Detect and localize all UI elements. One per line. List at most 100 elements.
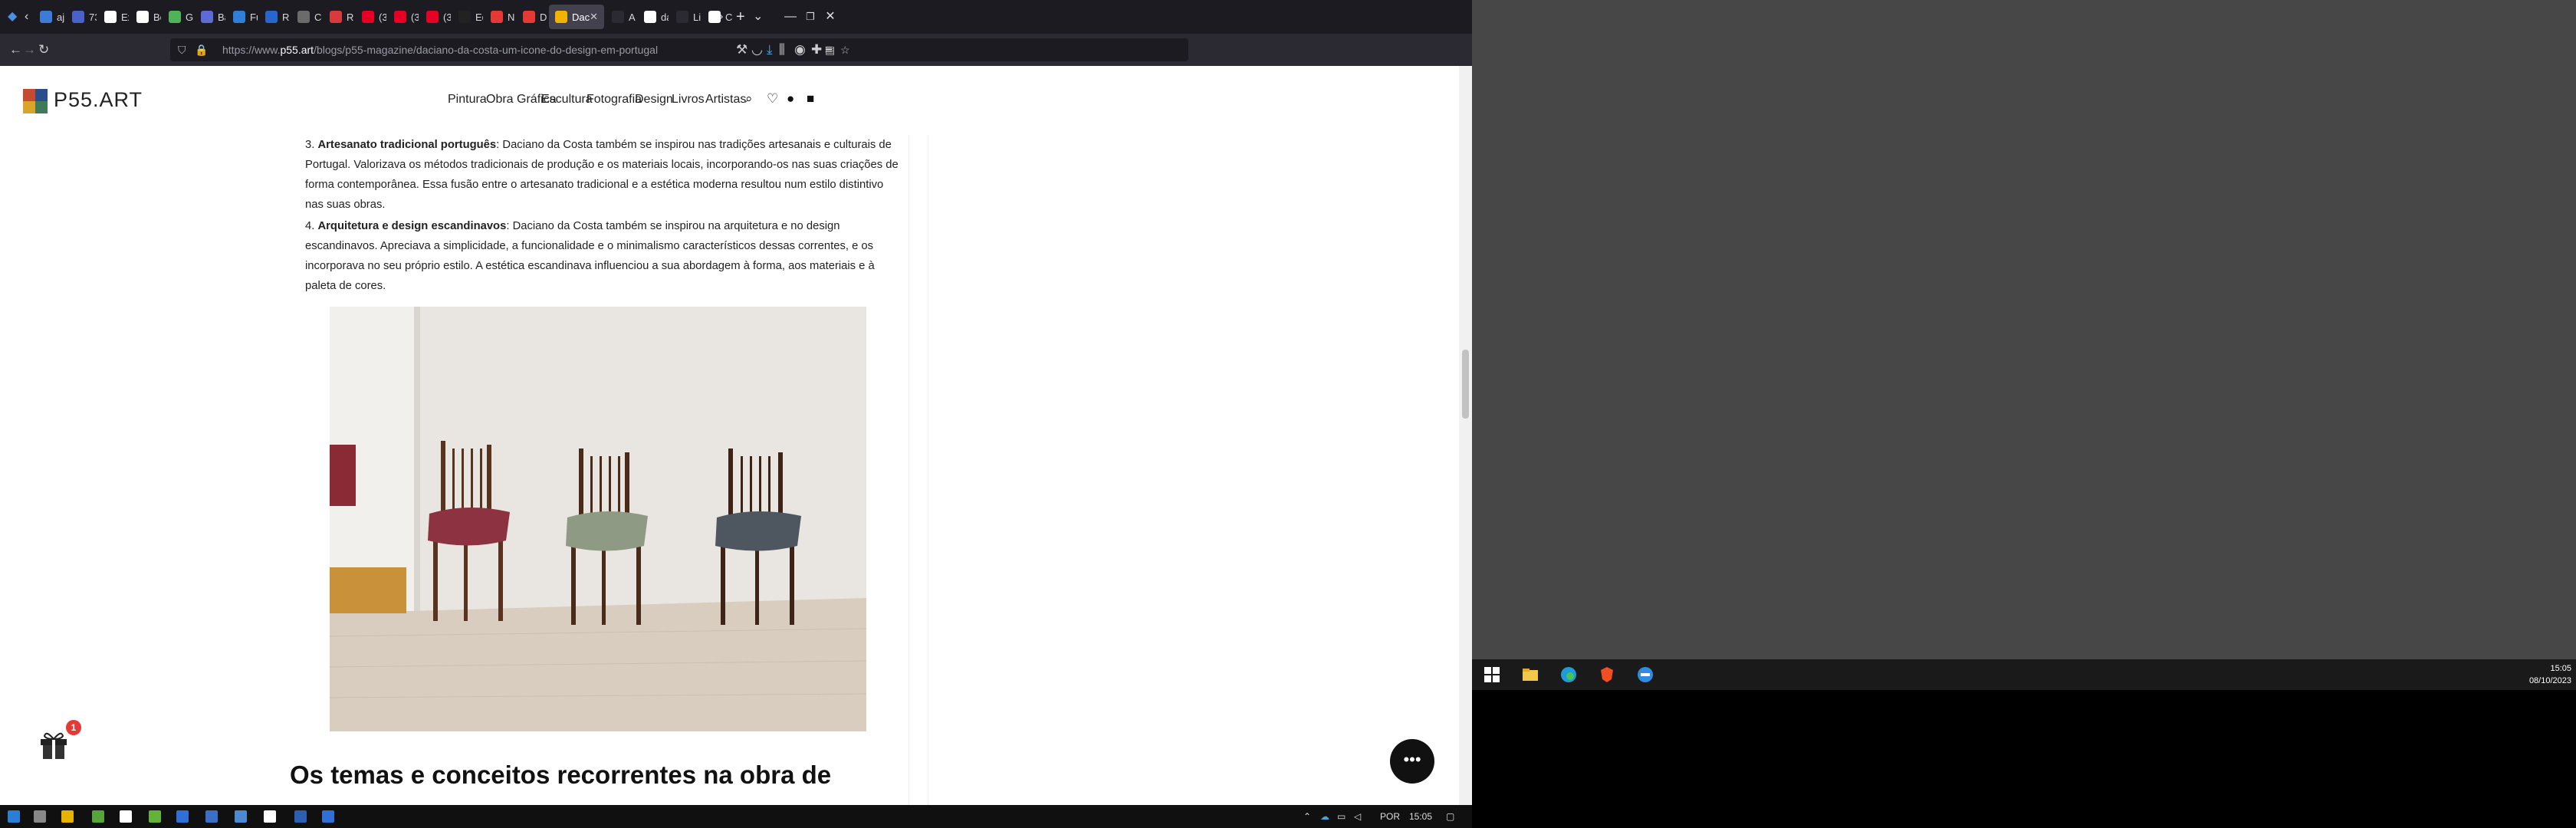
- shield-icon[interactable]: ⛉: [178, 38, 186, 61]
- logo-text[interactable]: P55.ART: [54, 88, 143, 112]
- firefox-view-icon[interactable]: ◆: [8, 0, 17, 34]
- tab-favicon-icon: [362, 11, 374, 23]
- browser-tab[interactable]: Expe: [98, 5, 129, 29]
- browser-tab[interactable]: (343): [388, 5, 419, 29]
- browser-tab[interactable]: GDG: [163, 5, 193, 29]
- close-window-icon[interactable]: ✕: [813, 0, 848, 34]
- browser-tab[interactable]: Berni: [130, 5, 161, 29]
- downloads-icon[interactable]: ⤓: [767, 34, 773, 66]
- app-icon[interactable]: [149, 810, 161, 823]
- browser-tab[interactable]: Base: [195, 5, 225, 29]
- tab-label: RCAI: [347, 11, 354, 23]
- url-bar[interactable]: ⛉ 🔒 https://www.p55.art/blogs/p55-magazi…: [170, 38, 1188, 61]
- heart-icon[interactable]: ♡: [767, 91, 778, 107]
- file-explorer-icon[interactable]: [1521, 665, 1539, 684]
- library-icon[interactable]: ⫼: [779, 34, 785, 66]
- browser-window: ◆ ‹ ajo 7321 Expe Berni GDG Base Fund RUL CdC RCA…: [0, 0, 1472, 828]
- teamviewer-icon[interactable]: [1636, 665, 1654, 684]
- clock[interactable]: 15:05: [1409, 805, 1432, 828]
- browser-tab[interactable]: Educ: [452, 5, 483, 29]
- browser-tab[interactable]: Linha: [670, 5, 701, 29]
- menu-icon[interactable]: ≡: [825, 34, 833, 66]
- start-icon[interactable]: [8, 810, 20, 823]
- app-icon[interactable]: [235, 810, 247, 823]
- extensions-icon[interactable]: ✚: [811, 34, 822, 66]
- search-icon[interactable]: ⌕: [745, 91, 753, 107]
- gift-icon[interactable]: [37, 727, 71, 761]
- close-tab-icon[interactable]: ✕: [590, 11, 598, 23]
- language-indicator[interactable]: POR: [1380, 805, 1400, 828]
- url-text[interactable]: https://www.p55.art/blogs/p55-magazine/d…: [222, 38, 658, 61]
- menu-design[interactable]: Design: [635, 93, 673, 107]
- tab-favicon-icon: [330, 11, 342, 23]
- firefox-taskbar-icon[interactable]: [176, 810, 189, 823]
- tab-favicon-icon: [297, 11, 310, 23]
- gift-badge: 1: [66, 720, 81, 735]
- reload-icon[interactable]: ↻: [38, 34, 49, 66]
- menu-escultura[interactable]: Escultura: [541, 93, 593, 107]
- right-taskbar: 15:05 08/10/2023: [1472, 659, 2576, 690]
- browser-tab[interactable]: ajo: [34, 5, 64, 29]
- menu-fotografia[interactable]: Fotografia: [586, 93, 642, 107]
- back-icon[interactable]: ←: [9, 34, 22, 66]
- list-item-3: 3. Artesanato tradicional português: Dac…: [305, 139, 899, 211]
- tab-favicon-icon: [644, 11, 656, 23]
- tab-label: 7321: [89, 11, 97, 23]
- second-monitor: 15:05 08/10/2023: [1472, 0, 2576, 828]
- new-tab-icon[interactable]: +: [736, 0, 745, 34]
- tab-scroll-right-icon[interactable]: ›: [719, 0, 723, 34]
- browser-tab[interactable]: Com: [702, 5, 733, 29]
- network-icon[interactable]: ▭: [1337, 805, 1346, 828]
- scrollbar-thumb[interactable]: [1462, 350, 1469, 419]
- tools-icon[interactable]: ⚒: [736, 34, 748, 66]
- right-clock[interactable]: 15:05 08/10/2023: [2529, 662, 2571, 687]
- chat-icon[interactable]: •••: [1390, 739, 1434, 784]
- volume-icon[interactable]: ◁: [1354, 805, 1361, 828]
- browser-tab[interactable]: Fund: [227, 5, 258, 29]
- menu-pintura[interactable]: Pintura: [448, 93, 487, 107]
- scrollbar[interactable]: [1459, 66, 1472, 805]
- nav-toolbar: ← → ↻ ⛉ 🔒 https://www.p55.art/blogs/p55-…: [0, 34, 1472, 66]
- word-icon[interactable]: [294, 810, 307, 823]
- browser-tab[interactable]: dacia: [638, 5, 669, 29]
- list-item-4: 4. Arquitetura e design escandinavos: Da…: [305, 220, 875, 292]
- task-view-icon[interactable]: [34, 810, 46, 823]
- notifications-icon[interactable]: ▢: [1446, 805, 1454, 828]
- forward-icon[interactable]: →: [23, 34, 36, 66]
- tab-scroll-left-icon[interactable]: ‹: [25, 0, 28, 34]
- app-icon[interactable]: [120, 810, 132, 823]
- browser-tab[interactable]: RCAI: [324, 5, 354, 29]
- file-explorer-icon[interactable]: [61, 810, 74, 823]
- menu-artistas[interactable]: Artistas: [705, 93, 746, 107]
- browser-tab[interactable]: (343): [420, 5, 451, 29]
- app-icon[interactable]: [92, 810, 104, 823]
- browser-tab[interactable]: Daci: [517, 5, 547, 29]
- list-all-tabs-icon[interactable]: ⌄: [753, 0, 763, 34]
- edge-icon[interactable]: [1559, 665, 1578, 684]
- bag-icon[interactable]: ■: [807, 91, 814, 107]
- app-icon[interactable]: [264, 810, 276, 823]
- cloud-icon[interactable]: ☁: [1320, 805, 1329, 828]
- start-icon[interactable]: [1483, 665, 1501, 684]
- bookmark-star-icon[interactable]: ☆: [840, 38, 850, 61]
- tab-label: Fund: [250, 11, 258, 23]
- browser-tab[interactable]: A Ch: [606, 5, 636, 29]
- browser-tab[interactable]: 7321: [66, 5, 97, 29]
- word-icon[interactable]: [322, 810, 334, 823]
- browser-tab[interactable]: RUL: [259, 5, 290, 29]
- lock-icon[interactable]: 🔒: [195, 38, 208, 61]
- browser-tab[interactable]: Nati: [485, 5, 515, 29]
- menu-livros[interactable]: Livros: [672, 93, 705, 107]
- browser-tab[interactable]: (343): [356, 5, 386, 29]
- browser-tab[interactable]: CdC: [291, 5, 322, 29]
- user-icon[interactable]: ●: [787, 91, 794, 107]
- tray-chevron-icon[interactable]: ⌃: [1303, 805, 1311, 828]
- tab-label: ajo: [57, 11, 64, 23]
- brave-icon[interactable]: [1598, 665, 1616, 684]
- pocket-icon[interactable]: ◡: [751, 34, 763, 66]
- tab-label: Berni: [153, 11, 161, 23]
- account-icon[interactable]: ◉: [794, 34, 806, 66]
- app-icon[interactable]: [205, 810, 218, 823]
- logo-icon[interactable]: [23, 89, 48, 113]
- browser-tab[interactable]: Dac ✕: [549, 5, 604, 29]
